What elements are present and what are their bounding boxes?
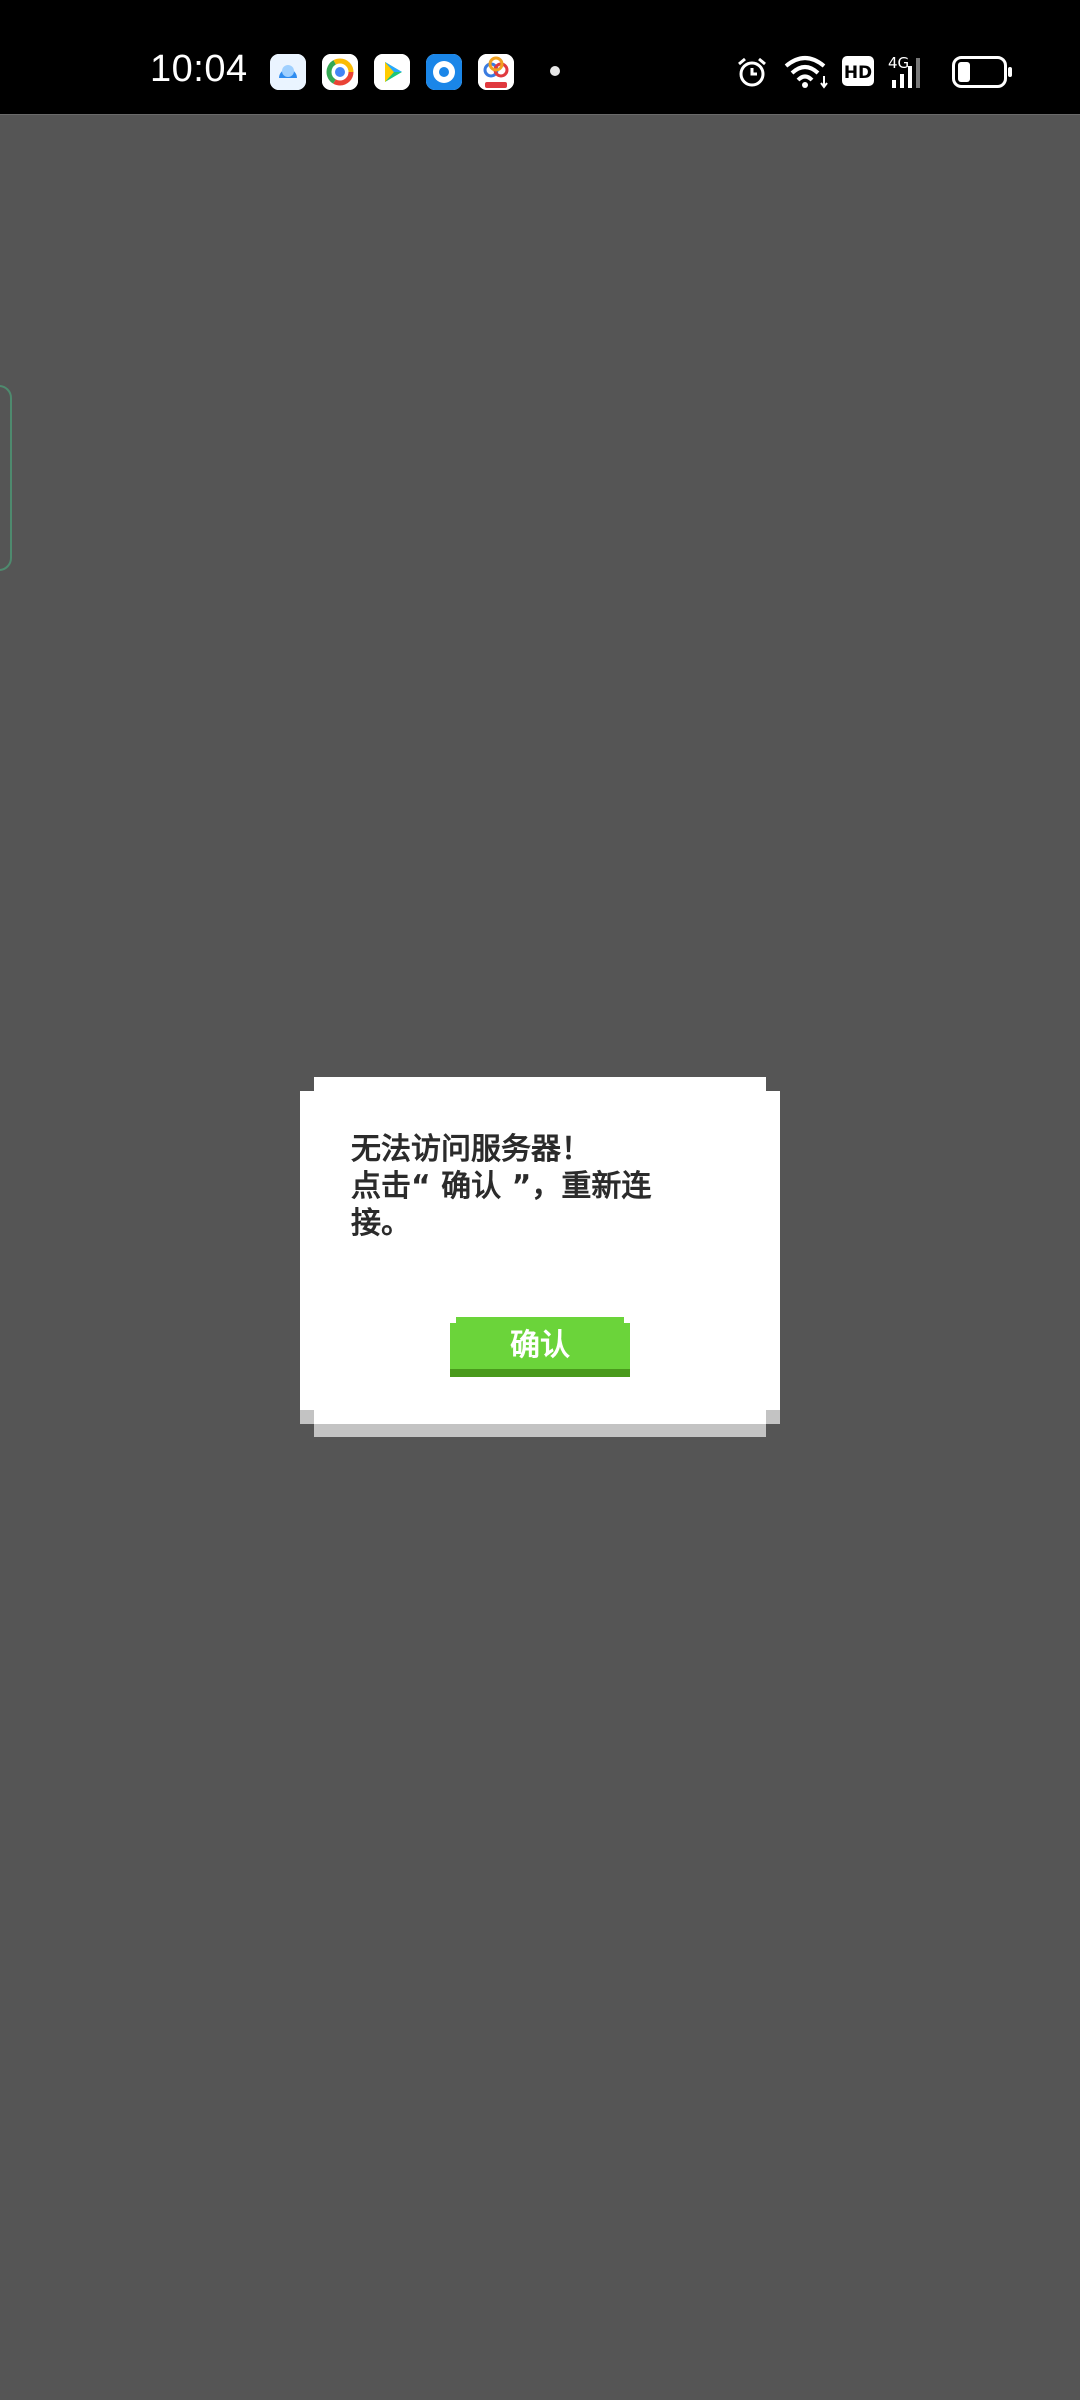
phone-screen: 10:04 HD 4G 无法访问服务器！ 点击“ 确认 ”，重新连 接。 确认 xyxy=(0,0,1080,2400)
4g-signal-icon: 4G xyxy=(888,52,928,90)
wifi-icon xyxy=(784,54,830,90)
battery-icon xyxy=(952,56,1014,88)
hd-icon: HD xyxy=(842,56,874,86)
circle-app-icon xyxy=(426,54,462,90)
confirm-button[interactable]: 确认 xyxy=(450,1317,630,1377)
dialog-shadow-corner-left xyxy=(300,1410,314,1424)
more-notifications-dot xyxy=(550,66,560,76)
cloud-app-icon xyxy=(270,54,306,90)
svg-text:4G: 4G xyxy=(888,54,909,72)
side-edge-handle[interactable] xyxy=(0,385,12,571)
confirm-button-shadow xyxy=(450,1369,630,1377)
dialog-message: 无法访问服务器！ 点击“ 确认 ”，重新连 接。 xyxy=(351,1132,652,1241)
status-bar: 10:04 HD 4G xyxy=(0,0,1080,114)
svg-text:HD: HD xyxy=(844,63,872,83)
dialog-shadow-corner-right xyxy=(766,1410,780,1424)
connection-error-dialog: 无法访问服务器！ 点击“ 确认 ”，重新连 接。 确认 xyxy=(300,1077,780,1437)
alarm-icon xyxy=(735,55,769,89)
browser-app-icon xyxy=(322,54,358,90)
shopping-app-icon xyxy=(478,54,514,90)
confirm-button-label: 确认 xyxy=(510,1328,570,1363)
video-player-app-icon xyxy=(374,54,410,90)
status-time: 10:04 xyxy=(150,48,248,90)
